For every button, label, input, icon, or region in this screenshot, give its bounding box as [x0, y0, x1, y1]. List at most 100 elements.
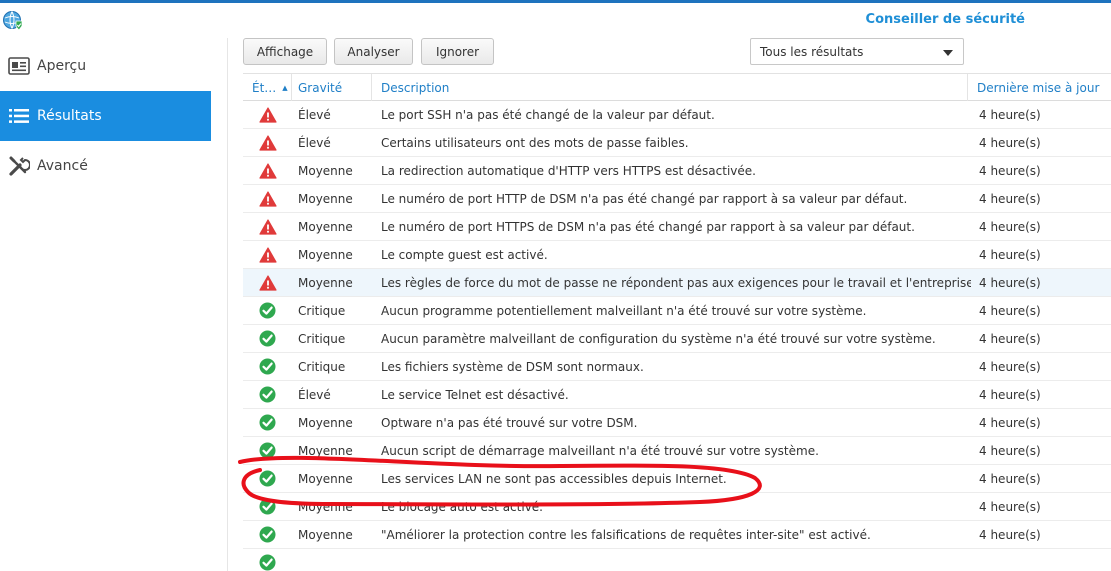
column-header-description[interactable]: Description [372, 74, 968, 101]
column-header-label: Description [381, 80, 450, 95]
warning-icon [243, 129, 292, 156]
severity-cell: Critique [298, 331, 346, 346]
table-row[interactable]: Moyenne Le numéro de port HTTP de DSM n'a… [243, 185, 1111, 213]
description-cell: "Améliorer la protection contre les fals… [381, 527, 871, 542]
description-cell [381, 549, 971, 571]
severity-cell: Élevé [298, 135, 331, 150]
table-row[interactable]: Élevé Le service Telnet est désactivé. 4 h… [243, 381, 1111, 409]
check-icon [243, 381, 292, 408]
sidebar-item-label: Aperçu [37, 58, 87, 74]
updated-cell: 4 heure(s) [979, 275, 1041, 290]
updated-cell [979, 549, 1109, 571]
table-row[interactable]: Moyenne Le blocage auto est activé. 4 heur… [243, 493, 1111, 521]
updated-cell: 4 heure(s) [979, 527, 1041, 542]
severity-cell: Moyenne [298, 443, 353, 458]
table-row[interactable]: Élevé Certains utilisateurs ont des mots … [243, 129, 1111, 157]
updated-cell: 4 heure(s) [979, 135, 1041, 150]
table-row[interactable]: Critique Aucun programme potentiellement … [243, 297, 1111, 325]
results-table: Ét… ▲ Gravité Description Dernière mise à… [243, 73, 1111, 571]
results-filter-select[interactable]: Tous les résultats [750, 38, 964, 65]
description-cell: Les règles de force du mot de passe ne r… [381, 275, 971, 290]
severity-cell: Moyenne [298, 415, 353, 430]
tools-icon [8, 155, 30, 177]
updated-cell: 4 heure(s) [979, 443, 1041, 458]
severity-cell: Moyenne [298, 191, 353, 206]
table-row[interactable]: Moyenne Aucun script de démarrage malveil… [243, 437, 1111, 465]
title-bar: Conseiller de sécurité [0, 0, 1111, 38]
table-row[interactable] [243, 549, 1111, 571]
description-cell: Les services LAN ne sont pas accessibles… [381, 471, 727, 486]
severity-cell: Moyenne [298, 527, 353, 542]
table-row[interactable]: Moyenne Le numéro de port HTTPS de DSM n'… [243, 213, 1111, 241]
warning-icon [243, 213, 292, 240]
description-cell: Certains utilisateurs ont des mots de pa… [381, 135, 689, 150]
check-icon [243, 353, 292, 380]
sidebar-item-label: Résultats [37, 108, 102, 124]
table-row[interactable]: Critique Aucun paramètre malveillant de c… [243, 325, 1111, 353]
table-row[interactable]: Moyenne Optware n'a pas été trouvé sur vo… [243, 409, 1111, 437]
view-button[interactable]: Affichage [243, 38, 327, 65]
updated-cell: 4 heure(s) [979, 331, 1041, 346]
list-icon [8, 105, 30, 127]
security-globe-icon [3, 11, 23, 31]
severity-cell: Critique [298, 359, 346, 374]
sidebar-item-label: Avancé [37, 158, 88, 174]
column-header-label: Dernière mise à jour [977, 80, 1100, 95]
analyze-button[interactable]: Analyser [334, 38, 413, 65]
description-cell: Aucun script de démarrage malveillant n'… [381, 443, 819, 458]
severity-cell: Moyenne [298, 471, 353, 486]
severity-cell: Moyenne [298, 275, 353, 290]
check-icon [243, 521, 292, 548]
chevron-down-icon [943, 50, 953, 56]
table-row[interactable]: Moyenne Le compte guest est activé. 4 heur… [243, 241, 1111, 269]
column-header-updated[interactable]: Dernière mise à jour [968, 74, 1111, 101]
column-header-label: Gravité [298, 80, 343, 95]
severity-cell: Moyenne [298, 163, 353, 178]
check-icon [243, 549, 292, 571]
check-icon [243, 465, 292, 492]
sidebar-item-avance[interactable]: Avancé [0, 141, 211, 191]
description-cell: Le numéro de port HTTPS de DSM n'a pas é… [381, 219, 915, 234]
warning-icon [243, 241, 292, 268]
sidebar-item-apercu[interactable]: Aperçu [0, 41, 211, 91]
updated-cell: 4 heure(s) [979, 219, 1041, 234]
check-icon [243, 437, 292, 464]
sort-ascending-icon: ▲ [282, 83, 288, 92]
app-title: Conseiller de sécurité [865, 12, 1025, 27]
table-row[interactable]: Critique Les fichiers système de DSM sont… [243, 353, 1111, 381]
description-cell: Le service Telnet est désactivé. [381, 387, 569, 402]
updated-cell: 4 heure(s) [979, 499, 1041, 514]
description-cell: Les fichiers système de DSM sont normaux… [381, 359, 644, 374]
table-header: Ét… ▲ Gravité Description Dernière mise à… [243, 73, 1111, 101]
severity-cell: Critique [298, 303, 346, 318]
description-cell: Aucun paramètre malveillant de configura… [381, 331, 936, 346]
warning-icon [243, 269, 292, 296]
column-header-severity[interactable]: Gravité [289, 74, 372, 101]
check-icon [243, 493, 292, 520]
table-row[interactable]: Moyenne Les règles de force du mot de pas… [243, 269, 1111, 297]
table-row[interactable]: Élevé Le port SSH n'a pas été changé de l… [243, 101, 1111, 129]
check-icon [243, 297, 292, 324]
table-row[interactable]: Moyenne "Améliorer la protection contre l… [243, 521, 1111, 549]
description-cell: Optware n'a pas été trouvé sur votre DSM… [381, 415, 638, 430]
ignore-button[interactable]: Ignorer [421, 38, 494, 65]
description-cell: Aucun programme potentiellement malveill… [381, 303, 867, 318]
severity-cell: Moyenne [298, 219, 353, 234]
severity-cell: Élevé [298, 387, 331, 402]
toolbar: Affichage Analyser Ignorer Tous les résu… [243, 38, 1111, 68]
updated-cell: 4 heure(s) [979, 471, 1041, 486]
updated-cell: 4 heure(s) [979, 107, 1041, 122]
updated-cell: 4 heure(s) [979, 163, 1041, 178]
updated-cell: 4 heure(s) [979, 191, 1041, 206]
sidebar-item-resultats[interactable]: Résultats [0, 91, 211, 141]
updated-cell: 4 heure(s) [979, 415, 1041, 430]
description-cell: Le port SSH n'a pas été changé de la val… [381, 107, 715, 122]
column-header-label: Ét… [252, 80, 277, 95]
updated-cell: 4 heure(s) [979, 387, 1041, 402]
description-cell: Le blocage auto est activé. [381, 499, 543, 514]
table-row[interactable]: Moyenne Les services LAN ne sont pas acce… [243, 465, 1111, 493]
severity-cell: Élevé [298, 107, 331, 122]
updated-cell: 4 heure(s) [979, 359, 1041, 374]
column-header-status[interactable]: Ét… ▲ [243, 74, 292, 101]
table-row[interactable]: Moyenne La redirection automatique d'HTTP… [243, 157, 1111, 185]
